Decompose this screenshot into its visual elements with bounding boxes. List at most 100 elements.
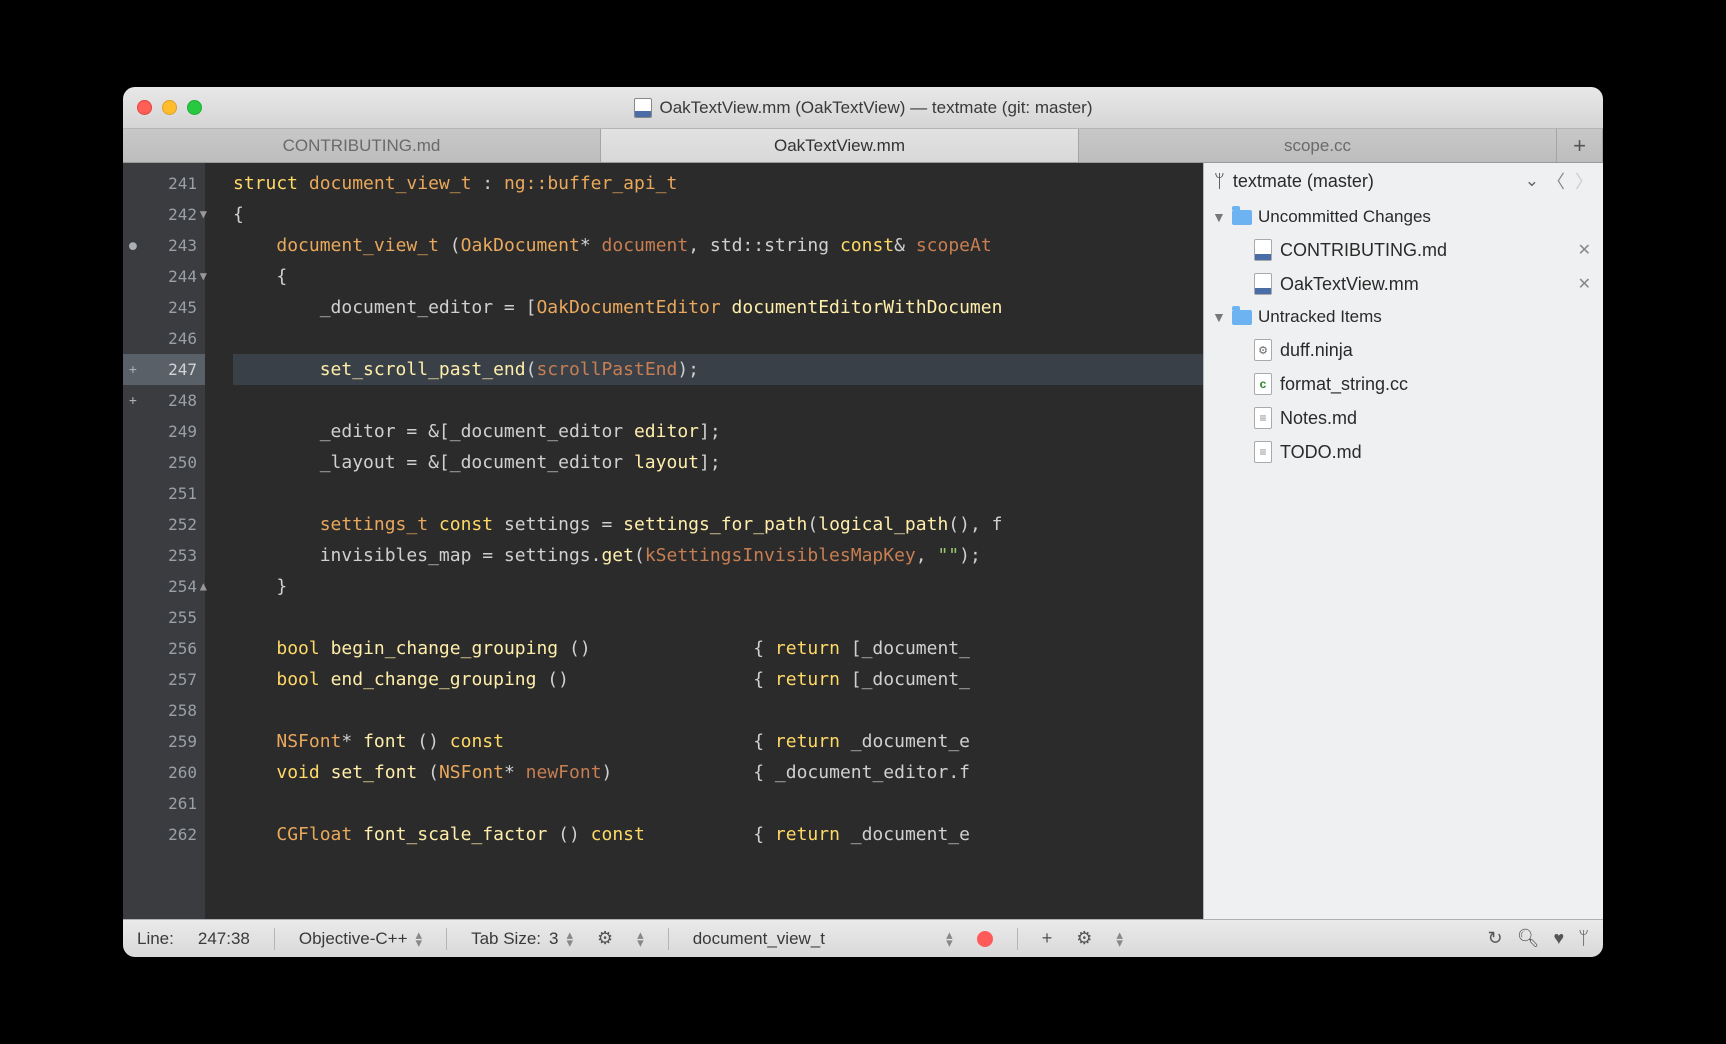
- close-icon[interactable]: ✕: [1578, 274, 1591, 294]
- file-label: Notes.md: [1280, 408, 1591, 429]
- gutter-line[interactable]: ●243: [123, 230, 205, 261]
- code-line[interactable]: [233, 323, 1203, 354]
- nav-back-icon[interactable]: 〈: [1547, 168, 1565, 194]
- gutter-line[interactable]: 260: [123, 757, 205, 788]
- code-line[interactable]: [233, 385, 1203, 416]
- tree-item[interactable]: duff.ninja: [1204, 333, 1603, 367]
- stepper-icon: ▴▾: [946, 931, 953, 947]
- tab-label: OakTextView.mm: [774, 136, 905, 156]
- tree-item[interactable]: TODO.md: [1204, 435, 1603, 469]
- gutter-line[interactable]: 256: [123, 633, 205, 664]
- code-line[interactable]: CGFloat font_scale_factor () const { ret…: [233, 819, 1203, 850]
- scm-title[interactable]: textmate (master): [1233, 171, 1517, 192]
- tree-group[interactable]: ▼Untracked Items: [1204, 301, 1603, 333]
- status-bar: Line: 247:38 Objective-C++ ▴▾ Tab Size: …: [123, 919, 1603, 957]
- cursor-position[interactable]: 247:38: [198, 929, 250, 949]
- tab-contributing[interactable]: CONTRIBUTING.md: [123, 129, 601, 162]
- code-line[interactable]: set_scroll_past_end(scrollPastEnd);: [233, 354, 1203, 385]
- code-line[interactable]: {: [233, 261, 1203, 292]
- file-label: format_string.cc: [1280, 374, 1591, 395]
- code-line[interactable]: settings_t const settings = settings_for…: [233, 509, 1203, 540]
- stepper-icon: ▴▾: [1116, 931, 1123, 947]
- code-line[interactable]: }: [233, 571, 1203, 602]
- code-line[interactable]: document_view_t (OakDocument* document, …: [233, 230, 1203, 261]
- language-label: Objective-C++: [299, 929, 408, 949]
- gutter-line[interactable]: 244 ▼: [123, 261, 205, 292]
- code-line[interactable]: [233, 478, 1203, 509]
- code-line[interactable]: _layout = &[_document_editor layout];: [233, 447, 1203, 478]
- file-label: duff.ninja: [1280, 340, 1591, 361]
- code-line[interactable]: _editor = &[_document_editor editor];: [233, 416, 1203, 447]
- code-line[interactable]: struct document_view_t : ng::buffer_api_…: [233, 168, 1203, 199]
- reload-icon[interactable]: ↻: [1488, 928, 1503, 949]
- tab-oaktextview[interactable]: OakTextView.mm: [601, 129, 1079, 162]
- gutter-line[interactable]: 262: [123, 819, 205, 850]
- stepper-icon: ▴▾: [637, 931, 644, 947]
- tree-item[interactable]: OakTextView.mm✕: [1204, 267, 1603, 301]
- new-tab-button[interactable]: +: [1557, 129, 1603, 162]
- code-line[interactable]: [233, 788, 1203, 819]
- search-icon[interactable]: 🔍︎: [1517, 928, 1540, 949]
- tree-item[interactable]: format_string.cc: [1204, 367, 1603, 401]
- line-gutter[interactable]: 241242 ▼●243244 ▼245246+247+248249250251…: [123, 163, 205, 919]
- plus-icon[interactable]: +: [1042, 928, 1053, 949]
- code-line[interactable]: bool begin_change_grouping () { return […: [233, 633, 1203, 664]
- tab-scope[interactable]: scope.cc: [1079, 129, 1557, 162]
- code-line[interactable]: void set_font (NSFont* newFont) { _docum…: [233, 757, 1203, 788]
- file-icon: [1254, 239, 1272, 261]
- window-title: OakTextView.mm (OakTextView) — textmate …: [660, 98, 1093, 118]
- gear-icon[interactable]: ⚙︎: [1076, 928, 1092, 949]
- tree-group[interactable]: ▼Uncommitted Changes: [1204, 201, 1603, 233]
- gear-icon[interactable]: ⚙︎: [597, 928, 613, 949]
- code-line[interactable]: _document_editor = [OakDocumentEditor do…: [233, 292, 1203, 323]
- close-icon[interactable]: ✕: [1578, 240, 1591, 260]
- code-line[interactable]: {: [233, 199, 1203, 230]
- zoom-icon[interactable]: [187, 100, 202, 115]
- gutter-line[interactable]: +248: [123, 385, 205, 416]
- gutter-line[interactable]: 255: [123, 602, 205, 633]
- file-icon: [1254, 339, 1272, 361]
- code-line[interactable]: NSFont* font () const { return _document…: [233, 726, 1203, 757]
- tab-label: CONTRIBUTING.md: [283, 136, 441, 156]
- editor-area: 241242 ▼●243244 ▼245246+247+248249250251…: [123, 163, 1203, 919]
- code-line[interactable]: bool end_change_grouping () { return [_d…: [233, 664, 1203, 695]
- gutter-line[interactable]: 257: [123, 664, 205, 695]
- gutter-line[interactable]: 241: [123, 168, 205, 199]
- code-view[interactable]: struct document_view_t : ng::buffer_api_…: [205, 163, 1203, 919]
- macro-record-icon[interactable]: [977, 931, 993, 947]
- code-line[interactable]: invisibles_map = settings.get(kSettingsI…: [233, 540, 1203, 571]
- gutter-line[interactable]: 258: [123, 695, 205, 726]
- gutter-line[interactable]: 250: [123, 447, 205, 478]
- branch-icon[interactable]: ᛘ: [1578, 928, 1589, 949]
- scm-tree: ▼Uncommitted ChangesCONTRIBUTING.md✕OakT…: [1204, 199, 1603, 919]
- document-icon[interactable]: [634, 98, 652, 118]
- chevron-down-icon[interactable]: ⌄: [1525, 171, 1539, 191]
- gutter-line[interactable]: 253: [123, 540, 205, 571]
- gutter-line[interactable]: 252: [123, 509, 205, 540]
- line-label: Line:: [137, 929, 174, 949]
- close-icon[interactable]: [137, 100, 152, 115]
- heart-icon[interactable]: ♥: [1554, 928, 1565, 949]
- tab-size-selector[interactable]: Tab Size: 3 ▴▾: [471, 929, 573, 949]
- folder-icon: [1232, 210, 1252, 225]
- minimize-icon[interactable]: [162, 100, 177, 115]
- gutter-line[interactable]: 242 ▼: [123, 199, 205, 230]
- symbol-label: document_view_t: [693, 929, 938, 949]
- window-body: 241242 ▼●243244 ▼245246+247+248249250251…: [123, 163, 1603, 919]
- gutter-line[interactable]: 254 ▲: [123, 571, 205, 602]
- file-label: CONTRIBUTING.md: [1280, 240, 1570, 261]
- symbol-selector[interactable]: document_view_t ▴▾: [693, 929, 953, 949]
- gutter-line[interactable]: 261: [123, 788, 205, 819]
- gutter-line[interactable]: +247: [123, 354, 205, 385]
- language-selector[interactable]: Objective-C++ ▴▾: [299, 929, 422, 949]
- tree-item[interactable]: Notes.md: [1204, 401, 1603, 435]
- gutter-line[interactable]: 259: [123, 726, 205, 757]
- tree-item[interactable]: CONTRIBUTING.md ✕: [1204, 233, 1603, 267]
- code-line[interactable]: [233, 695, 1203, 726]
- gutter-line[interactable]: 246: [123, 323, 205, 354]
- gutter-line[interactable]: 251: [123, 478, 205, 509]
- gutter-line[interactable]: 249: [123, 416, 205, 447]
- scm-sidebar: ᛘ textmate (master) ⌄ 〈 〉 ▼Uncommitted C…: [1203, 163, 1603, 919]
- code-line[interactable]: [233, 602, 1203, 633]
- gutter-line[interactable]: 245: [123, 292, 205, 323]
